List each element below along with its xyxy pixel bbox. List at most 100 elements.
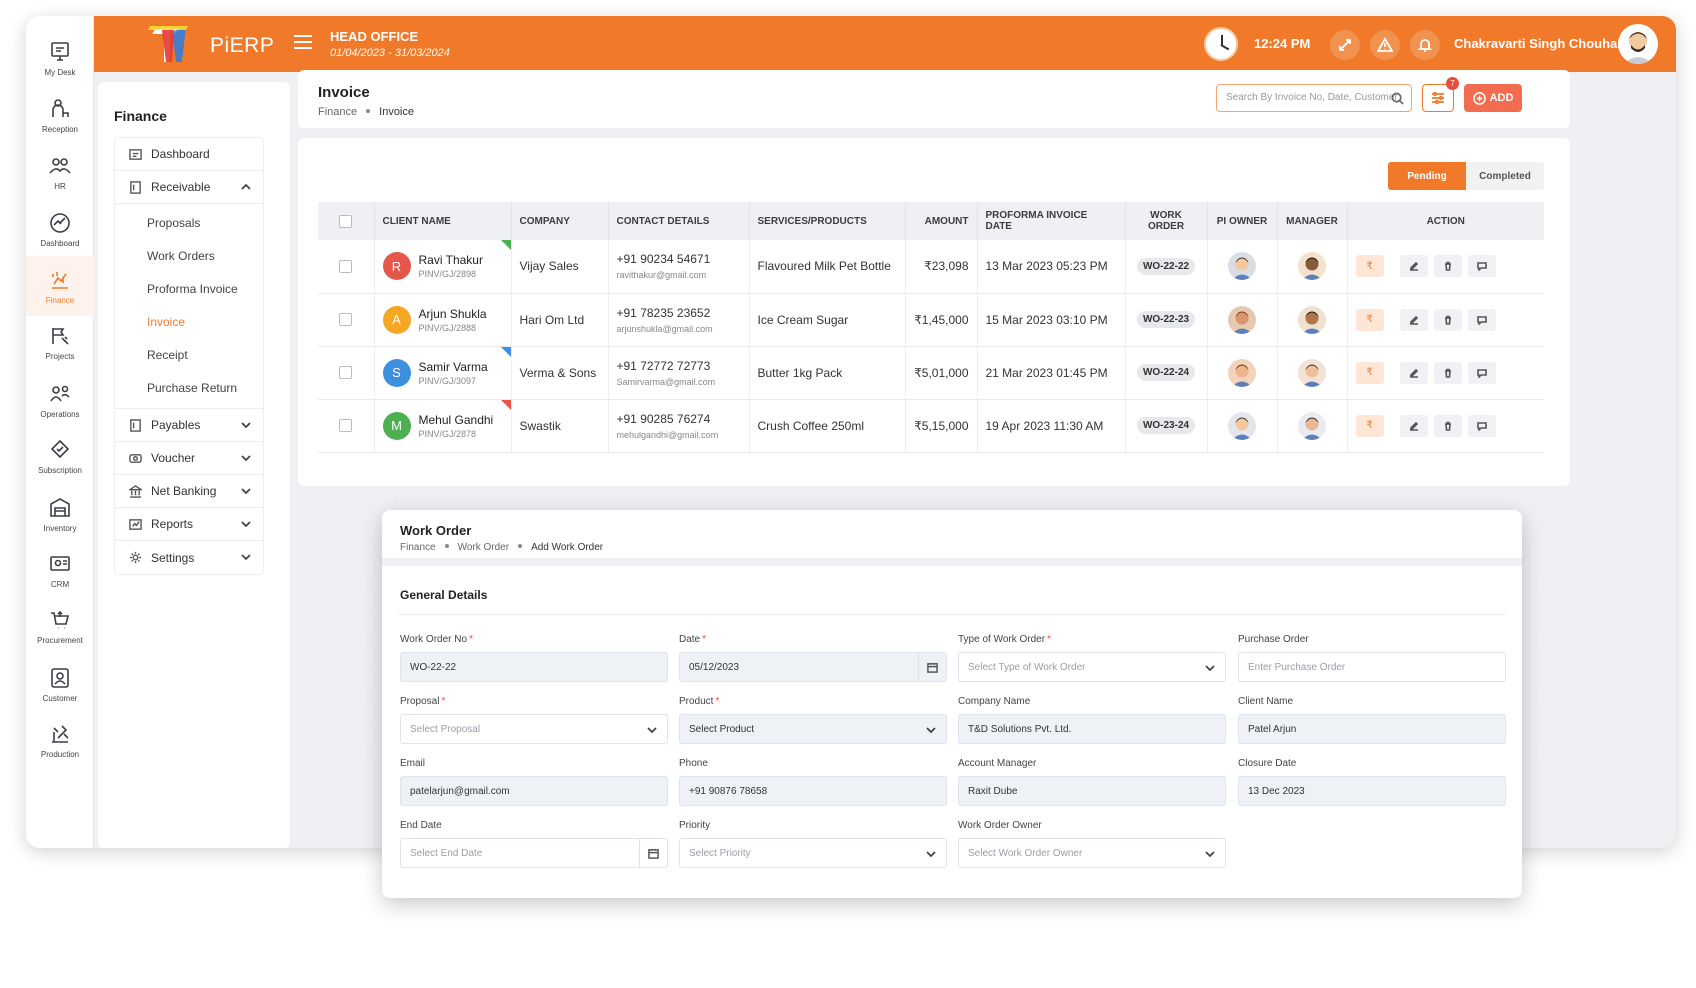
rail-item-hr[interactable]: HR	[26, 142, 94, 202]
chevron-down-icon	[1205, 851, 1215, 858]
delete-button[interactable]	[1433, 255, 1462, 278]
contact-email: mehulgandhi@gmail.com	[616, 429, 719, 440]
operations-icon	[50, 385, 70, 401]
delete-button[interactable]	[1433, 308, 1462, 331]
type-select[interactable]: Select Type of Work Order	[958, 652, 1226, 682]
row-checkbox[interactable]	[339, 366, 353, 379]
payment-button[interactable]: ₹	[1355, 308, 1384, 331]
table-row[interactable]: M Mehul Gandhi PINV/GJ/2878 Swastik +91 9028…	[318, 399, 1544, 453]
calendar-button[interactable]	[639, 839, 667, 867]
breadcrumb-finance[interactable]: Finance	[400, 542, 436, 553]
breadcrumb-work-order[interactable]: Work Order	[458, 542, 510, 553]
edit-button[interactable]	[1399, 414, 1428, 437]
client-name[interactable]: Ravi Thakur	[419, 253, 483, 267]
table-row[interactable]: A Arjun Shukla PINV/GJ/2888 Hari Om Ltd +91 …	[318, 293, 1544, 347]
priority-select[interactable]: Select Priority	[679, 838, 947, 868]
email-input[interactable]: patelarjun@gmail.com	[400, 776, 668, 806]
rail-item-finance[interactable]: Finance	[26, 256, 94, 316]
comment-button[interactable]	[1467, 361, 1496, 384]
work-order-badge[interactable]: WO-22-23	[1136, 311, 1196, 328]
enddate-input[interactable]: Select End Date	[400, 838, 668, 868]
expand-button[interactable]	[1330, 30, 1360, 60]
tab-completed[interactable]: Completed	[1466, 162, 1544, 190]
receivable-submenu: Proposals Work Orders Proforma Invoice I…	[115, 204, 263, 409]
user-name[interactable]: Chakravarti Singh Chouhan	[1454, 36, 1625, 51]
comment-icon	[1476, 262, 1487, 272]
comment-button[interactable]	[1467, 308, 1496, 331]
delete-button[interactable]	[1433, 361, 1462, 384]
work-order-badge[interactable]: WO-22-24	[1136, 364, 1196, 381]
date-input[interactable]: 05/12/2023	[679, 652, 947, 682]
wo-no-input[interactable]: WO-22-22	[400, 652, 668, 682]
sidebar-item-receivable[interactable]: Receivable	[115, 171, 263, 204]
edit-button[interactable]	[1399, 361, 1428, 384]
sidebar-item-payables[interactable]: Payables	[115, 409, 263, 442]
manager-input[interactable]: Raxit Dube	[958, 776, 1226, 806]
sidebar-item-net-banking[interactable]: Net Banking	[115, 475, 263, 508]
row-checkbox[interactable]	[339, 259, 353, 273]
sidebar-item-voucher[interactable]: Voucher	[115, 442, 263, 475]
sidebar-item-settings[interactable]: Settings	[115, 541, 263, 574]
select-all-checkbox[interactable]	[339, 214, 353, 228]
work-order-badge[interactable]: WO-22-22	[1136, 257, 1196, 275]
edit-button[interactable]	[1399, 308, 1428, 331]
row-checkbox[interactable]	[339, 313, 353, 326]
header-select-all[interactable]	[318, 202, 375, 240]
rail-item-procurement[interactable]: Procurement	[26, 596, 94, 656]
client-name[interactable]: Samir Varma	[419, 360, 488, 374]
filter-button[interactable]: 7	[1422, 77, 1459, 112]
alert-button[interactable]	[1370, 30, 1400, 60]
payment-button[interactable]: ₹	[1355, 414, 1384, 437]
delete-button[interactable]	[1433, 414, 1462, 437]
product-select[interactable]: Select Product	[679, 714, 947, 744]
payment-button[interactable]: ₹	[1355, 361, 1384, 384]
sidebar-subitem-receipt[interactable]: Receipt	[115, 338, 263, 371]
search-input[interactable]: Search By Invoice No, Date, Customer	[1216, 84, 1412, 112]
sidebar-item-dashboard[interactable]: Dashboard	[115, 138, 263, 171]
rail-item-production[interactable]: Production	[26, 710, 94, 770]
table-row[interactable]: R Ravi Thakur PINV/GJ/2898 Vijay Sales +91 9…	[318, 240, 1544, 294]
sidebar-subitem-invoice[interactable]: Invoice	[115, 305, 263, 338]
comment-button[interactable]	[1467, 414, 1496, 437]
rail-item-my-desk[interactable]: My Desk	[26, 28, 94, 88]
client-name[interactable]: Arjun Shukla	[419, 307, 487, 321]
calendar-button[interactable]	[918, 653, 946, 681]
client-input[interactable]: Patel Arjun	[1238, 714, 1506, 744]
owner-select[interactable]: Select Work Order Owner	[958, 838, 1226, 868]
client-name[interactable]: Mehul Gandhi	[419, 413, 494, 427]
rail-item-label: CRM	[50, 579, 70, 589]
add-button[interactable]: ADD	[1464, 84, 1522, 112]
rail-item-reception[interactable]: Reception	[26, 85, 94, 145]
table-row[interactable]: S Samir Varma PINV/GJ/3097 Verma & Sons +91 …	[318, 346, 1544, 400]
rail-item-crm[interactable]: CRM	[26, 540, 94, 600]
payment-button[interactable]: ₹	[1355, 255, 1384, 278]
proposal-select[interactable]: Select Proposal	[400, 714, 668, 744]
closure-input[interactable]: 13 Dec 2023	[1238, 776, 1506, 806]
sidebar-subitem-proforma-invoice[interactable]: Proforma Invoice	[115, 272, 263, 305]
sidebar-item-reports[interactable]: Reports	[115, 508, 263, 541]
invoice-id: PINV/GJ/3097	[418, 375, 477, 386]
user-avatar[interactable]	[1618, 24, 1658, 64]
tab-pending[interactable]: Pending	[1388, 162, 1466, 190]
sidebar-subitem-proposals[interactable]: Proposals	[115, 206, 263, 239]
menu-toggle-icon[interactable]	[294, 35, 312, 49]
work-order-badge[interactable]: WO-23-24	[1136, 417, 1196, 434]
comment-button[interactable]	[1467, 255, 1496, 278]
rail-item-subscription[interactable]: Subscription	[26, 426, 94, 486]
row-checkbox[interactable]	[339, 419, 353, 432]
rail-item-operations[interactable]: Operations	[26, 370, 94, 430]
sidebar-subitem-work-orders[interactable]: Work Orders	[115, 239, 263, 272]
rail-item-projects[interactable]: Projects	[26, 312, 94, 372]
company-input[interactable]: T&D Solutions Pvt. Ltd.	[958, 714, 1226, 744]
rail-item-customer[interactable]: Customer	[26, 654, 94, 714]
sidebar-item-label: Receivable	[151, 180, 211, 194]
sidebar-subitem-purchase-return[interactable]: Purchase Return	[115, 371, 263, 404]
po-input[interactable]: Enter Purchase Order	[1238, 652, 1506, 682]
phone-input[interactable]: +91 90876 78658	[679, 776, 947, 806]
breadcrumb-finance[interactable]: Finance	[318, 106, 357, 118]
notifications-button[interactable]	[1410, 30, 1440, 60]
edit-button[interactable]	[1399, 255, 1428, 278]
rail-item-dashboard[interactable]: Dashboard	[26, 199, 94, 259]
required-marker: *	[469, 634, 473, 645]
rail-item-inventory[interactable]: Inventory	[26, 484, 94, 544]
